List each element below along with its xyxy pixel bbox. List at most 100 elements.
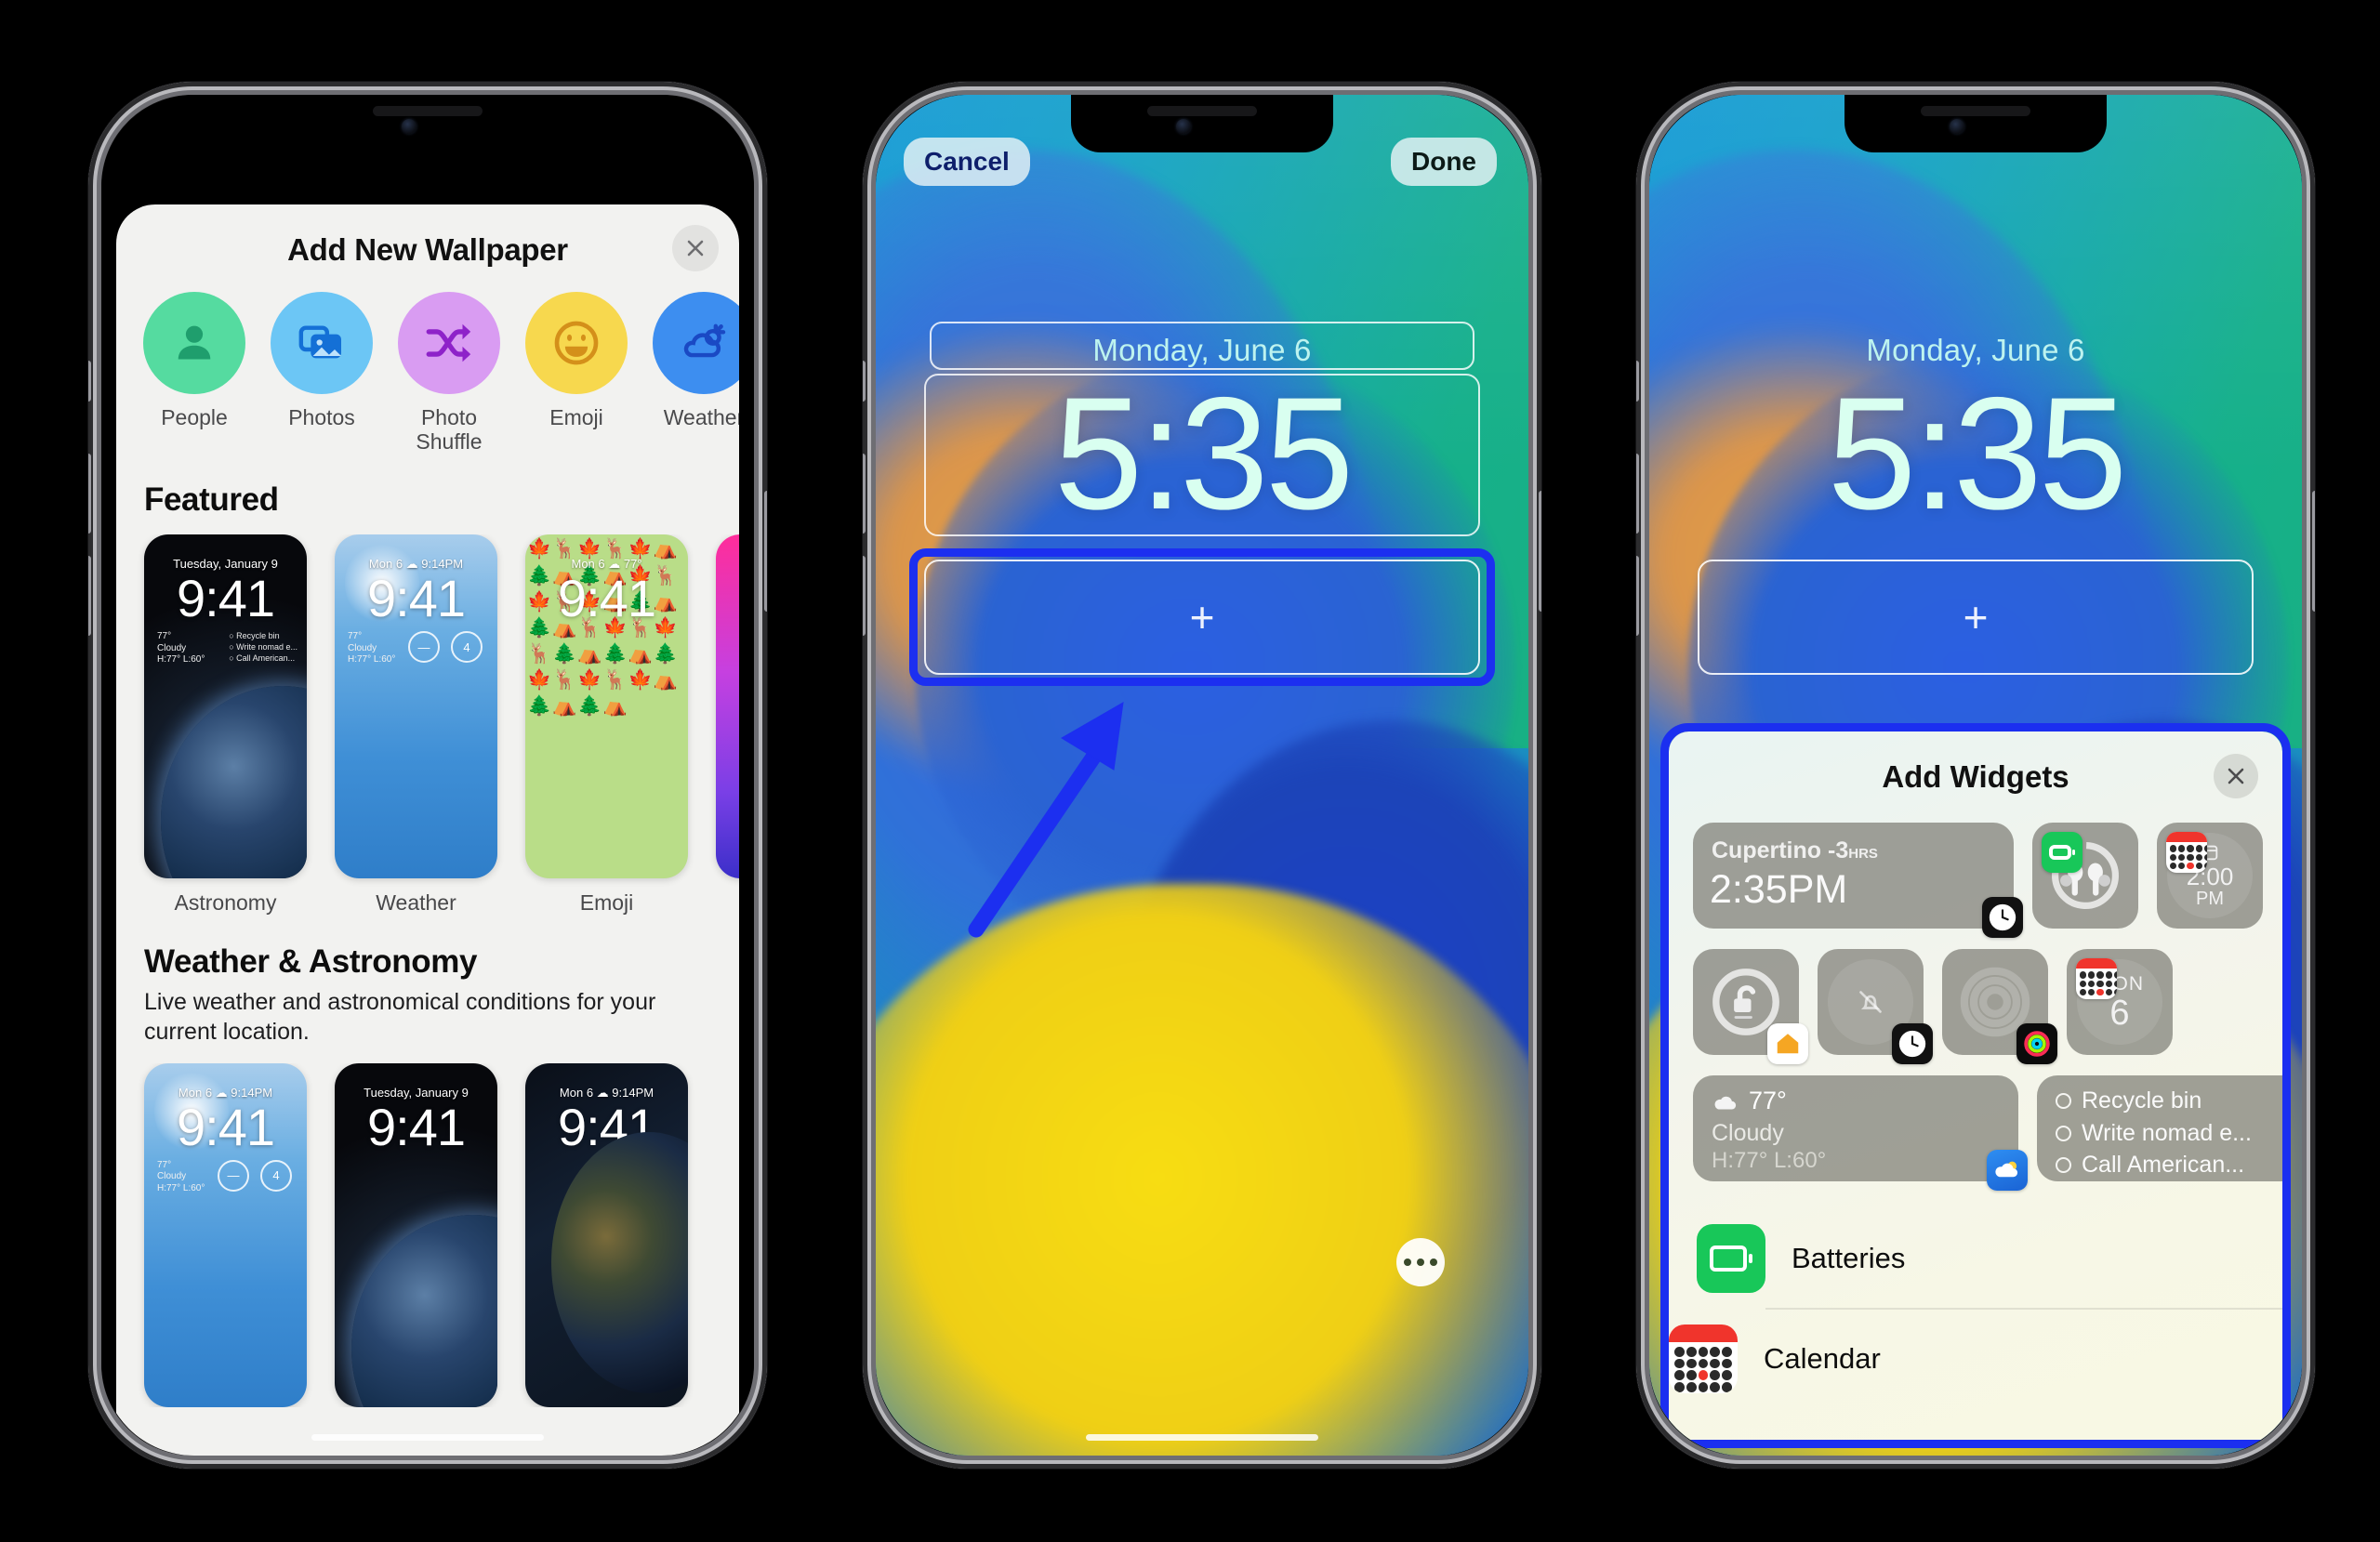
- preview-time: 9:41: [367, 1097, 466, 1156]
- weather-astronomy-heading: Weather & Astronomy: [144, 943, 478, 981]
- home-indicator: [1086, 1434, 1318, 1441]
- widget-calendar-event-time[interactable]: 2:00 PM: [2157, 823, 2263, 929]
- plus-icon: +: [1189, 592, 1215, 641]
- featured-heading: Featured: [144, 481, 279, 519]
- mute-switch[interactable]: [863, 361, 866, 402]
- volume-down-button[interactable]: [863, 556, 866, 636]
- plus-icon: +: [1963, 592, 1989, 641]
- power-button[interactable]: [2312, 491, 2315, 612]
- category-photo-shuffle[interactable]: Photo Shuffle: [398, 292, 500, 454]
- mute-switch[interactable]: [88, 361, 91, 402]
- lock-screen-time: 5:35: [1053, 364, 1355, 543]
- page-title: Add New Wallpaper: [287, 232, 568, 267]
- widget-world-clock[interactable]: Cupertino -3HRS 2:35PM: [1693, 823, 2023, 938]
- category-people[interactable]: People: [143, 292, 245, 454]
- notch: [297, 95, 559, 152]
- list-item[interactable]: Batteries: [1669, 1209, 2282, 1308]
- sheet-header: Add New Wallpaper: [116, 204, 739, 290]
- power-button[interactable]: [1539, 491, 1541, 612]
- wallpaper-card-gradient[interactable]: [716, 534, 739, 916]
- category-weather[interactable]: Weather: [653, 292, 739, 454]
- widget-calendar-day[interactable]: MON 6: [2067, 949, 2173, 1055]
- volume-up-button[interactable]: [1636, 454, 1639, 534]
- category-label: Emoji: [549, 405, 603, 429]
- weather-astronomy-row: Mon 6 ☁ 9:14PM 9:41 77° Cloudy H:77° L:6…: [116, 1062, 739, 1407]
- photos-icon: [298, 325, 341, 359]
- ring-widget: —: [218, 1159, 249, 1192]
- wallpaper-card-astronomy[interactable]: Tuesday, January 9 9:41 77° Cloudy H:77°…: [144, 534, 307, 916]
- list-item-label: Calendar: [1764, 1342, 1881, 1375]
- power-button[interactable]: [764, 491, 767, 612]
- done-button[interactable]: Done: [1391, 138, 1497, 186]
- wallpaper-card-wa-3[interactable]: Mon 6 ☁ 9:14PM 9:41: [525, 1062, 688, 1407]
- widget-row: Cupertino -3HRS 2:35PM 2:00 PM: [1693, 823, 2263, 938]
- wallpaper-card-emoji[interactable]: 🍁🦌🍁🦌🍁⛺🌲⛺🌲⛺🍁🦌🍁🦌🍁⛺🌲⛺🌲⛺🦌🍁🦌🍁🦌🌲⛺🌲⛺🌲🍁🦌🍁🦌🍁⛺🌲⛺🌲⛺…: [525, 534, 688, 916]
- preview-time: 9:41: [558, 1097, 656, 1156]
- widget-day-number: 6: [2109, 994, 2130, 1033]
- widget-reminders[interactable]: Recycle bin Write nomad e... Call Americ…: [2037, 1075, 2282, 1181]
- ring-widget: 4: [260, 1159, 292, 1192]
- annotation-arrow: [968, 702, 1124, 938]
- widget-weather[interactable]: 77° Cloudy H:77° L:60°: [1693, 1075, 2028, 1191]
- widget-alarm[interactable]: [1818, 949, 1933, 1064]
- mute-switch[interactable]: [1636, 361, 1639, 402]
- calendar-app-icon: [1669, 1325, 1738, 1393]
- cancel-button[interactable]: Cancel: [904, 138, 1030, 186]
- volume-down-button[interactable]: [1636, 556, 1639, 636]
- smiley-icon: [554, 321, 599, 365]
- category-label: Photos: [288, 405, 355, 429]
- wallpaper-card-wa-2[interactable]: Tuesday, January 9 9:41: [335, 1062, 497, 1407]
- wallpaper-card-weather[interactable]: Mon 6 ☁ 9:14PM 9:41 77° Cloudy H:77° L:6…: [335, 534, 497, 916]
- widget-app-list: Batteries Calendar: [1669, 1209, 2282, 1408]
- wallpaper-preview: Mon 6 ☁ 9:14PM 9:41: [525, 1062, 688, 1407]
- widget-time-value: 2:35PM: [1710, 867, 1848, 912]
- wallpaper-card-wa-1[interactable]: Mon 6 ☁ 9:14PM 9:41 77° Cloudy H:77° L:6…: [144, 1062, 307, 1407]
- reminders-list: Recycle bin Write nomad e... Call Americ…: [2056, 1087, 2252, 1180]
- widget-fitness-rings[interactable]: [1942, 949, 2057, 1064]
- preview-time: 9:41: [558, 569, 656, 628]
- more-options-button[interactable]: [1396, 1238, 1445, 1286]
- front-camera-lens: [1176, 119, 1191, 134]
- widget-row: MON 6: [1693, 949, 2258, 1064]
- widget-slot-placeholder[interactable]: +: [1698, 560, 2254, 675]
- home-indicator: [311, 1434, 544, 1441]
- close-sheet-button[interactable]: [672, 225, 719, 271]
- widget-row: 77° Cloudy H:77° L:60° Recycle bin Write…: [1693, 1075, 2282, 1191]
- fitness-app-icon: [2016, 1023, 2057, 1064]
- preview-weather-widget: 77° Cloudy H:77° L:60°: [157, 1159, 205, 1193]
- widget-home-lock[interactable]: [1693, 949, 1808, 1064]
- volume-up-button[interactable]: [863, 454, 866, 534]
- cloud-icon: [1714, 1096, 1737, 1110]
- category-emoji[interactable]: Emoji: [525, 292, 628, 454]
- category-label: Photo Shuffle: [416, 405, 483, 455]
- widget-slot-placeholder[interactable]: +: [924, 560, 1480, 675]
- close-add-widgets-button[interactable]: [2214, 754, 2258, 798]
- wallpaper-category-row: People Photos Photo Shuffle Emoji Weathe…: [116, 292, 739, 454]
- volume-down-button[interactable]: [88, 556, 91, 636]
- calendar-app-icon: [2076, 958, 2117, 999]
- preview-time: 9:41: [177, 1097, 275, 1156]
- preview-reminders-widget: ○ Recycle bin ○ Write nomad e... ○ Call …: [229, 631, 298, 663]
- front-camera-lens: [402, 119, 416, 134]
- weather-astronomy-subtitle: Live weather and astronomical conditions…: [144, 989, 656, 1046]
- clock-app-icon: [1892, 1023, 1933, 1064]
- phone-2-frame: Cancel Done Monday, June 6 5:35 +: [863, 82, 1541, 1469]
- front-camera-lens: [1950, 119, 1964, 134]
- alarm-off-icon: [1859, 991, 1882, 1013]
- dot-icon: [1404, 1259, 1411, 1266]
- checkbox-icon: [2056, 1157, 2071, 1174]
- featured-wallpaper-row: Tuesday, January 9 9:41 77° Cloudy H:77°…: [116, 534, 739, 916]
- checkbox-icon: [2056, 1125, 2071, 1141]
- add-widgets-header: Add Widgets: [1669, 731, 2282, 823]
- calendar-app-icon: [2166, 832, 2207, 873]
- batteries-app-icon: [2042, 832, 2082, 873]
- widget-time-meridiem: PM: [2196, 888, 2224, 909]
- volume-up-button[interactable]: [88, 454, 91, 534]
- wallpaper-preview: 🍁🦌🍁🦌🍁⛺🌲⛺🌲⛺🍁🦌🍁🦌🍁⛺🌲⛺🌲⛺🦌🍁🦌🍁🦌🌲⛺🌲⛺🌲🍁🦌🍁🦌🍁⛺🌲⛺🌲⛺…: [525, 534, 688, 879]
- list-item[interactable]: Calendar: [1669, 1308, 2282, 1408]
- widget-batteries-airpods[interactable]: [2032, 823, 2138, 929]
- category-label: People: [161, 405, 228, 429]
- ring-widget: 4: [451, 631, 483, 664]
- category-photos[interactable]: Photos: [271, 292, 373, 454]
- shuffle-icon: [426, 323, 471, 362]
